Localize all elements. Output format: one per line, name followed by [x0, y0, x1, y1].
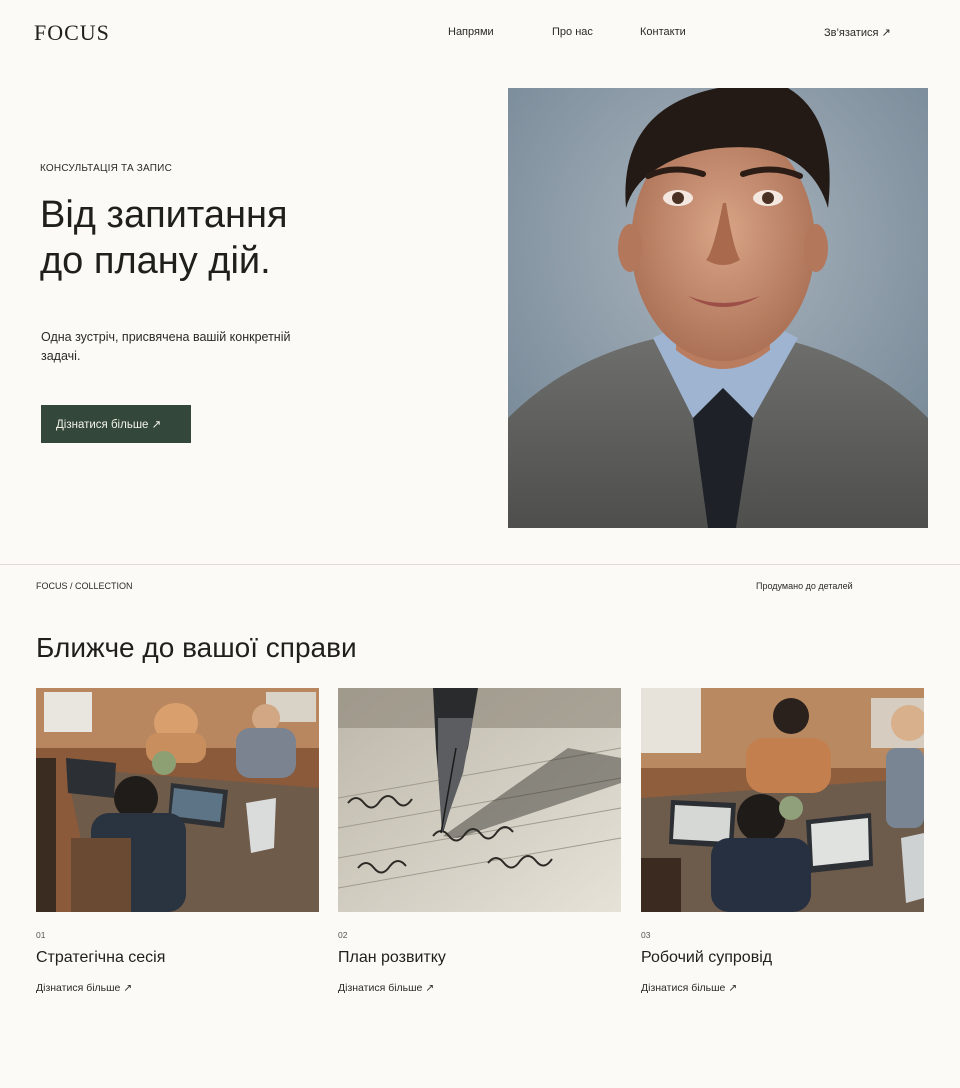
card-number: 03	[641, 930, 651, 940]
collection-tagline: Продумано до деталей	[756, 581, 853, 591]
logo[interactable]: FOCUS	[34, 20, 110, 46]
card-number: 01	[36, 930, 46, 940]
hero-description: Одна зустріч, присвячена вашій конкретні…	[41, 330, 291, 363]
card-title: План розвитку	[338, 949, 446, 966]
hero-title-line-1: Від запитання	[40, 194, 288, 236]
section-divider	[0, 564, 960, 565]
card-number: 02	[338, 930, 348, 940]
learn-more-button[interactable]: Дізнатися більше ↗	[41, 405, 191, 443]
card-title: Стратегічна сесія	[36, 949, 166, 966]
section-title: Ближче до вашої справи	[36, 632, 357, 663]
hero-title: Від запитання до плану дій.	[40, 192, 460, 284]
card-learn-more-link[interactable]: Дізнатися більше ↗	[641, 982, 737, 994]
card-learn-more-link[interactable]: Дізнатися більше ↗	[36, 982, 132, 994]
service-card-support[interactable]: 03 Робочий супровід Дізнатися більше ↗	[641, 688, 924, 1008]
card-image-fountain-pen[interactable]	[338, 688, 621, 912]
card-title: Робочий супровід	[641, 949, 773, 966]
nav-link-directions[interactable]: Напрями	[448, 26, 494, 38]
landing-page: FOCUS Напрями Про нас Контакти Зв’язатис…	[0, 0, 960, 1088]
hero-title-line-2: до плану дій.	[40, 240, 271, 282]
service-card-plan[interactable]: 02 План розвитку Дізнатися більше ↗	[338, 688, 621, 1008]
nav-link-about[interactable]: Про нас	[552, 26, 593, 38]
card-image-team-meeting[interactable]	[36, 688, 319, 912]
card-learn-more-link[interactable]: Дізнатися більше ↗	[338, 982, 434, 994]
service-card-strategy[interactable]: 01 Стратегічна сесія Дізнатися більше ↗	[36, 688, 319, 1008]
collection-label: FOCUS / COLLECTION	[36, 581, 133, 591]
contact-link[interactable]: Зв’язатися ↗	[824, 26, 891, 39]
nav-link-contacts[interactable]: Контакти	[640, 26, 686, 38]
hero-portrait-image	[508, 88, 928, 528]
card-image-coworking[interactable]	[641, 688, 924, 912]
hero-eyebrow: КОНСУЛЬТАЦІЯ ТА ЗАПИС	[40, 163, 172, 174]
